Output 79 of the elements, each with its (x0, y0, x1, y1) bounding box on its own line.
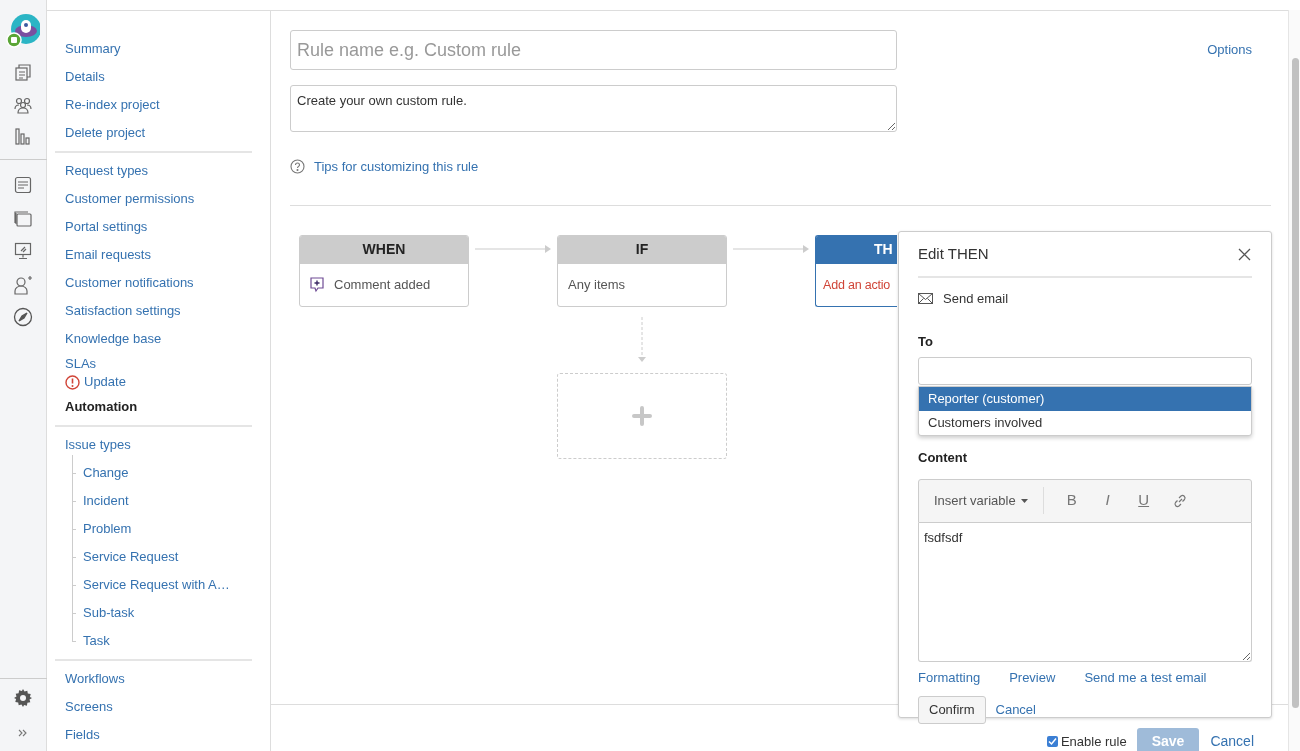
action-name: Send email (943, 290, 1009, 308)
sidebar-item[interactable]: Sub-task (83, 603, 135, 623)
dropdown-option[interactable]: Reporter (customer) (919, 387, 1251, 411)
sidebar-item[interactable]: Fields (65, 725, 100, 745)
cancel-link[interactable]: Cancel (1210, 731, 1254, 751)
step-title: IF (634, 240, 650, 259)
sidebar-item[interactable]: Service Request with A… (83, 575, 230, 595)
tips-link[interactable]: Tips for customizing this rule (314, 157, 479, 177)
description-field[interactable]: Create your own custom rule. (290, 85, 897, 132)
sidebar-item[interactable]: Knowledge base (65, 329, 162, 349)
sidebar-item[interactable]: Service Request (83, 547, 179, 567)
people-icon[interactable] (13, 96, 33, 114)
expand-icon[interactable] (18, 729, 28, 737)
caret-icon (1020, 498, 1028, 503)
sidebar-item[interactable]: Screens (65, 697, 113, 717)
settings-icon[interactable] (14, 689, 32, 707)
confirm-button[interactable]: Confirm (918, 696, 986, 724)
sidebar-item[interactable]: Portal settings (65, 217, 148, 237)
dashed-arrow (637, 316, 647, 363)
bar-chart-icon[interactable] (14, 127, 32, 145)
underline-button[interactable]: U (1125, 489, 1162, 512)
rule-step-card[interactable]: IF Any items (557, 234, 727, 307)
monitor-icon[interactable] (14, 242, 32, 260)
project-avatar-icon[interactable] (6, 13, 40, 49)
pages-icon[interactable] (14, 63, 32, 81)
sidebar-item[interactable]: Satisfaction settings (65, 301, 181, 321)
alert-icon (65, 374, 80, 390)
sidebar-item[interactable]: Details (65, 67, 105, 87)
sidebar-item[interactable]: Workflows (65, 669, 125, 689)
step-title: WHEN (361, 240, 407, 259)
sidebar-item[interactable]: Request types (65, 161, 149, 181)
dropdown-option[interactable]: Customers involved (919, 411, 1251, 435)
sidebar-item[interactable]: Summary (65, 39, 121, 59)
cancel-link[interactable]: Cancel (995, 700, 1036, 720)
step-summary: Any items (568, 276, 626, 295)
plus-icon (632, 405, 652, 426)
help-icon (290, 159, 305, 175)
step-summary: Comment added (334, 276, 431, 295)
italic-button[interactable]: I (1089, 489, 1126, 512)
close-button[interactable] (1238, 247, 1252, 262)
comment-icon (310, 277, 324, 293)
options-link[interactable]: Options (1207, 40, 1252, 60)
panel-title: Edit THEN (918, 244, 989, 265)
rule-step-card[interactable]: TH Add an actio (815, 234, 897, 307)
sidebar-item[interactable]: Task (83, 631, 110, 651)
editor-link[interactable]: Formatting (918, 667, 981, 687)
sidebar-item[interactable]: Automation (65, 397, 138, 417)
content-label: Content (918, 449, 969, 467)
step-summary: Add an actio (823, 276, 891, 294)
rule-step-card[interactable]: WHEN Comment added (299, 234, 469, 307)
editor-link[interactable]: Preview (1009, 667, 1056, 687)
scrollbar-thumb[interactable] (1292, 58, 1299, 708)
sidebar-item[interactable]: Issue types (65, 435, 131, 455)
sidebar-item[interactable]: Customer permissions (65, 189, 195, 209)
enable-rule-checkbox[interactable] (1046, 736, 1058, 747)
to-label: To (918, 332, 934, 351)
sidebar-item[interactable]: Customer notifications (65, 273, 194, 293)
queue-icon[interactable] (14, 176, 32, 194)
sidebar-item[interactable]: SLAs (65, 353, 97, 373)
rule-name-field[interactable]: Rule name e.g. Custom rule (290, 30, 897, 70)
sidebar-item[interactable]: Incident (83, 491, 129, 511)
sidebar-item[interactable]: Problem (83, 519, 132, 539)
step-title: TH (873, 240, 893, 259)
add-user-icon[interactable] (13, 275, 33, 295)
content-editor[interactable]: fsdfsdf (918, 522, 1252, 662)
bold-button[interactable]: B (1053, 489, 1090, 512)
sidebar-item[interactable]: Email requests (65, 245, 151, 265)
envelope-icon (918, 293, 933, 305)
enable-rule-label: Enable rule (1060, 732, 1127, 751)
sidebar-item[interactable]: Delete project (65, 123, 146, 143)
sidebar-item[interactable]: Re-index project (65, 95, 160, 115)
compass-icon[interactable] (13, 307, 33, 327)
sidebar-item[interactable]: Change (83, 463, 129, 483)
to-field[interactable] (918, 357, 1252, 385)
windows-icon[interactable] (14, 209, 32, 227)
insert-variable-button[interactable]: Insert variable (919, 490, 1043, 511)
editor-link[interactable]: Send me a test email (1084, 667, 1207, 687)
update-link[interactable]: Update (84, 372, 126, 392)
link-icon (1171, 492, 1188, 509)
